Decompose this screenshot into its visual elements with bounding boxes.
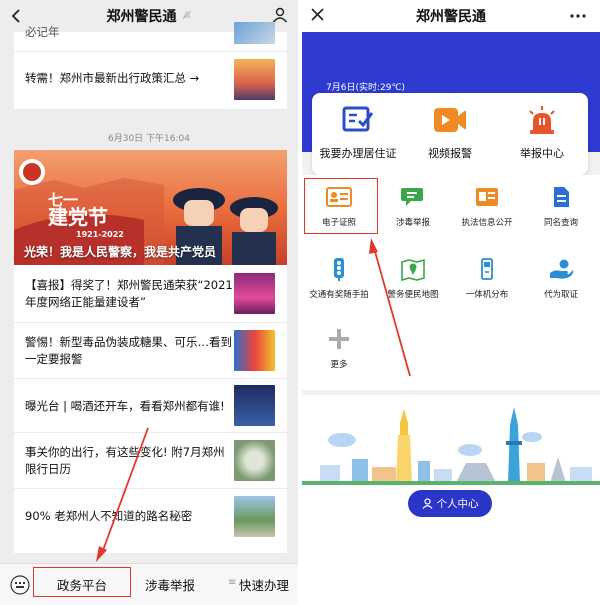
menu-drug-report[interactable]: 涉毒举报: [135, 575, 205, 594]
menu-quick-handle[interactable]: 快速办理: [236, 575, 292, 594]
right-screen: 郑州警民通 7月6日(实时:29℃) 我要办理居住证 视频报警 举报中心 电子证…: [302, 0, 600, 605]
red-arrow-annotation: [96, 427, 149, 562]
left-screen: 郑州警民通 必记年 转需！郑州市最新出行政策汇总 → 6月30日 下午16:04: [0, 0, 298, 605]
highlight-box: [33, 567, 131, 597]
red-arrow-annotation: [369, 238, 411, 377]
keyboard-icon[interactable]: [10, 575, 30, 595]
